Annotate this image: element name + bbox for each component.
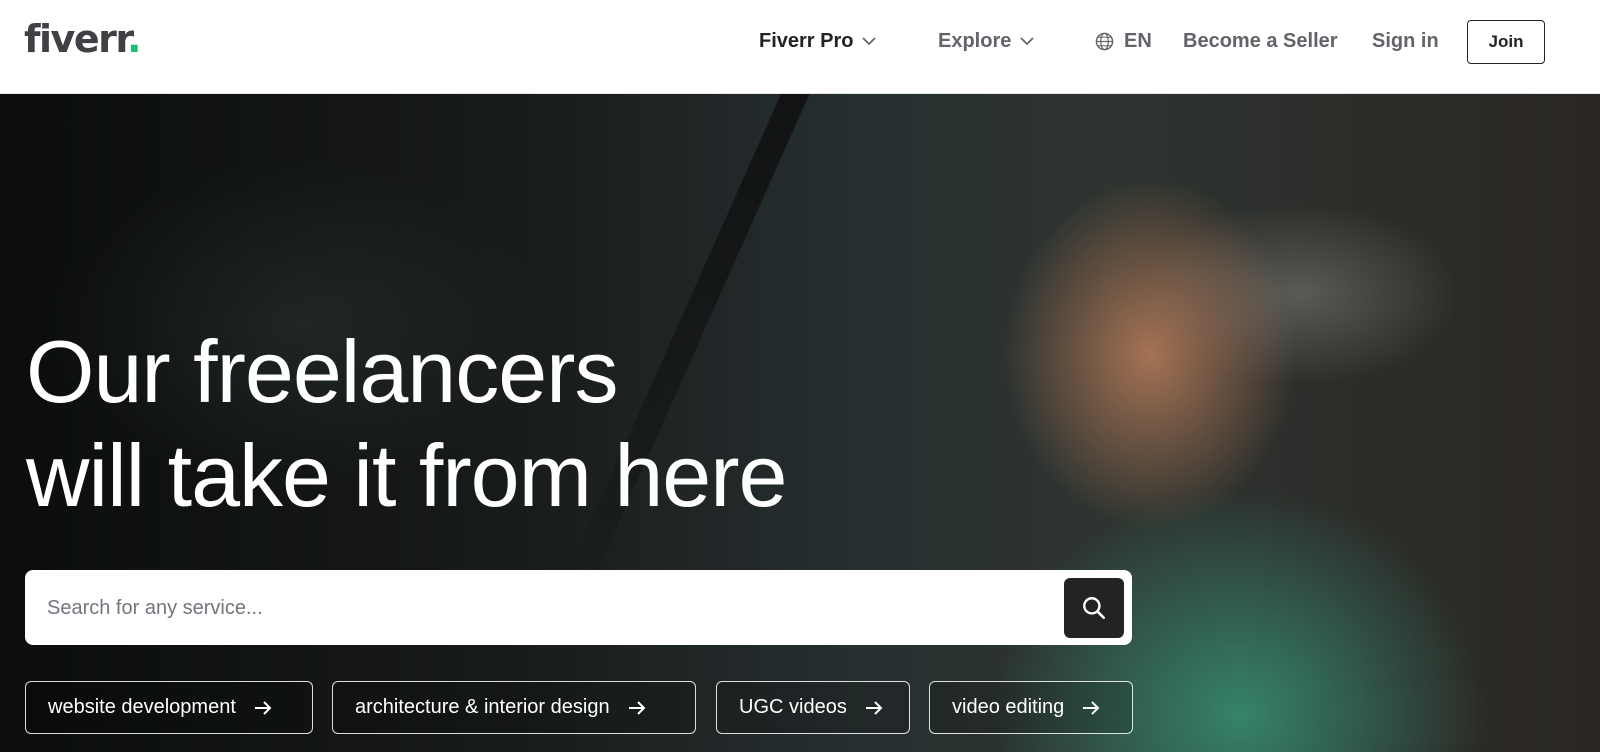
arrow-right-icon: [254, 700, 272, 715]
chevron-down-icon: [1020, 37, 1034, 46]
search-button[interactable]: [1064, 578, 1124, 638]
chip-label: website development: [48, 696, 236, 718]
chip-label: UGC videos: [739, 696, 847, 718]
arrow-right-icon: [628, 700, 646, 715]
search-bar: [25, 570, 1132, 647]
fiverr-logo[interactable]: fiverr.: [24, 14, 142, 64]
nav-fiverr-pro[interactable]: Fiverr Pro: [759, 0, 877, 82]
chip-ugc-videos[interactable]: UGC videos: [716, 681, 910, 734]
nav-fiverr-pro-label: Fiverr Pro: [759, 29, 854, 52]
nav-explore-label: Explore: [938, 29, 1012, 52]
nav-language[interactable]: EN: [1095, 0, 1152, 82]
arrow-right-icon: [1082, 700, 1100, 715]
join-button[interactable]: Join: [1467, 20, 1545, 64]
chip-label: video editing: [952, 696, 1065, 718]
hero-title-line-1: Our freelancers: [26, 322, 618, 421]
search-icon: [1083, 597, 1106, 620]
nav-explore[interactable]: Explore: [938, 0, 1035, 82]
chip-architecture-interior-design[interactable]: architecture & interior design: [332, 681, 696, 734]
hero-title: Our freelancers will take it from here: [26, 320, 926, 528]
nav-sign-in[interactable]: Sign in: [1372, 0, 1439, 82]
logo-dot: .: [127, 17, 141, 61]
globe-icon: [1095, 32, 1114, 50]
chevron-down-icon: [862, 37, 877, 46]
logo-text: fiverr: [24, 17, 129, 61]
site-header: fiverr. Fiverr Pro Explore EN Become a S…: [0, 0, 1600, 94]
nav-language-label: EN: [1124, 29, 1152, 52]
chip-website-development[interactable]: website development: [25, 681, 313, 734]
chip-video-editing[interactable]: video editing: [929, 681, 1133, 734]
search-input[interactable]: [45, 570, 1059, 647]
chip-label: architecture & interior design: [355, 696, 610, 718]
arrow-right-icon: [865, 700, 883, 715]
hero-title-line-2: will take it from here: [26, 426, 787, 525]
hero-section: Our freelancers will take it from here: [0, 94, 1600, 752]
nav-become-seller[interactable]: Become a Seller: [1183, 0, 1338, 82]
